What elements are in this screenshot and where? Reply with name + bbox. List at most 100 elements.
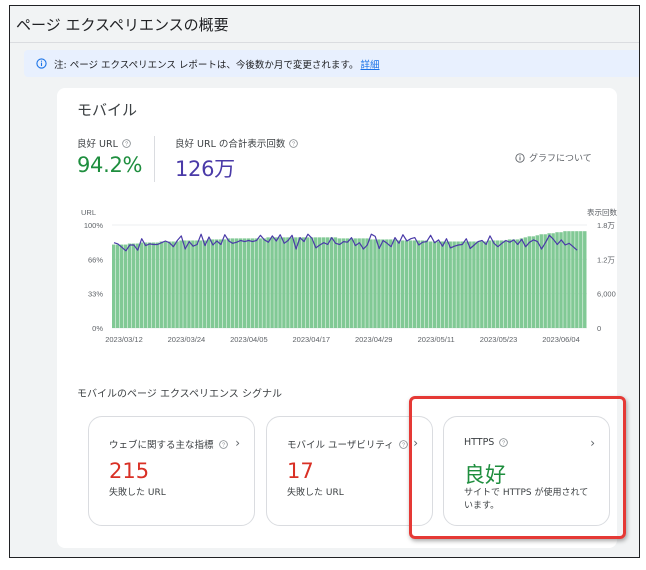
notice-text: 注: ページ エクスペリエンス レポートは、今後数か月で変更されます。 [54, 59, 359, 71]
chart-bar [555, 232, 559, 328]
chart-bar [321, 237, 326, 328]
chart-bar [258, 238, 262, 328]
chart-bar [222, 239, 227, 328]
chart-bar [400, 240, 405, 328]
chart-bar [309, 237, 314, 328]
chart-bar [119, 244, 124, 328]
chart-bar [373, 239, 377, 328]
chart-bar [135, 243, 140, 328]
x-tick-label: 2023/04/05 [230, 335, 268, 344]
chart-bar [444, 241, 448, 328]
chart-bar [171, 241, 175, 328]
chart-bar [187, 240, 191, 328]
chart-bar [143, 242, 148, 328]
chart-bar [519, 238, 524, 328]
chart-bar [543, 234, 547, 328]
chart-bar [317, 237, 322, 328]
chart-bar [575, 231, 579, 328]
chart-bar [531, 236, 536, 328]
chart-bar [464, 241, 468, 328]
x-tick-label: 2023/03/12 [105, 335, 143, 344]
good-url-label: 良好 URL [77, 139, 118, 150]
chart-bar [476, 241, 480, 328]
chart-bar [472, 241, 476, 328]
chart-bar [369, 239, 373, 328]
chart-bar [155, 242, 159, 328]
svg-text:?: ? [125, 141, 128, 147]
left-tick-label: 33% [88, 290, 103, 299]
tile-subtext: サイトで HTTPS が使用されています。 [464, 488, 589, 511]
chart-bar [456, 241, 460, 328]
notice-learn-more-link[interactable]: 詳細 [360, 57, 379, 71]
chart-bar [460, 241, 464, 328]
chart-bar [163, 241, 167, 328]
chevron-right-icon: › [413, 436, 418, 450]
chart-bar [507, 239, 512, 328]
chart-bar [203, 240, 207, 328]
tile-mobile-usability[interactable]: モバイル ユーザビリティ ? › 17 失敗した URL [266, 416, 433, 526]
chart-bar [325, 237, 330, 328]
impressions-value: 126万 [175, 157, 235, 181]
help-icon[interactable]: ? [122, 138, 131, 148]
chart-bar [305, 237, 310, 328]
chart-bar [175, 241, 179, 328]
help-icon[interactable]: ? [289, 138, 299, 148]
x-tick-label: 2023/04/17 [293, 335, 331, 344]
chart-svg: URL 表示回数 100% 1.8万 66% 1.2万 33% 6,000 0% 0 2023/03… [81, 207, 617, 344]
chart-bar [286, 237, 290, 328]
tile-title: HTTPS [464, 437, 495, 448]
about-graph-button[interactable]: グラフについて [515, 151, 592, 164]
chart-bar [567, 231, 571, 328]
chevron-right-icon: › [590, 436, 595, 450]
chart-bar [468, 241, 472, 328]
chart-bar [492, 240, 496, 328]
chart-bar [559, 232, 563, 328]
chart-bar [484, 241, 488, 328]
chart-bar [428, 241, 433, 328]
chart-bar [495, 240, 500, 328]
right-tick-label: 0 [597, 324, 601, 333]
help-icon[interactable]: ? [499, 438, 509, 447]
tile-value: 良好 [464, 463, 506, 487]
chart-bar [199, 240, 203, 328]
tile-subtext: 失敗した URL [287, 488, 344, 498]
tile-core-web-vitals[interactable]: ウェブに関する主な指標 ? › 215 失敗した URL [88, 416, 255, 526]
chart-bar [112, 244, 116, 328]
tile-https[interactable]: HTTPS ? › 良好 サイトで HTTPS が使用されています。 [443, 416, 610, 526]
right-tick-label: 6,000 [597, 290, 616, 299]
svg-text:?: ? [292, 141, 295, 147]
tile-title: ウェブに関する主な指標 [109, 440, 214, 451]
x-tick-label: 2023/06/04 [542, 335, 580, 344]
mobile-card: モバイル 良好 URL ? 94.2% 良好 URL の合計表示回数 ? 126… [57, 88, 617, 548]
chart-bar [416, 240, 421, 328]
chart-bar [302, 237, 306, 328]
chart-bar [488, 240, 492, 328]
chart-bar [266, 237, 270, 328]
chart-bar [151, 242, 156, 328]
chart-bar [333, 237, 338, 328]
chart-bar [547, 233, 551, 328]
chart-bar [579, 231, 583, 328]
chart-bar [183, 240, 187, 328]
help-icon[interactable]: ? [398, 439, 408, 449]
good-url-metric: 良好 URL ? 94.2% [77, 136, 143, 177]
chart-bar [583, 231, 587, 328]
chart-bar [207, 239, 211, 328]
chart-bar [499, 240, 504, 328]
chart-bar [250, 238, 254, 328]
chart-bar [511, 239, 516, 328]
svg-text:?: ? [402, 442, 405, 448]
chart-bar [238, 238, 243, 328]
chart-bar [503, 240, 508, 328]
metric-divider [154, 136, 155, 182]
chart-bar [515, 239, 520, 328]
chart-bar [389, 239, 393, 328]
help-icon[interactable]: ? [218, 439, 228, 449]
left-tick-label: 66% [88, 255, 103, 264]
x-tick-label: 2023/05/23 [480, 335, 518, 344]
chart-bar [357, 238, 361, 328]
chart-bar [527, 236, 532, 328]
chart-bar [385, 239, 389, 328]
chart-bar [452, 241, 456, 328]
chart-bar [523, 237, 528, 328]
